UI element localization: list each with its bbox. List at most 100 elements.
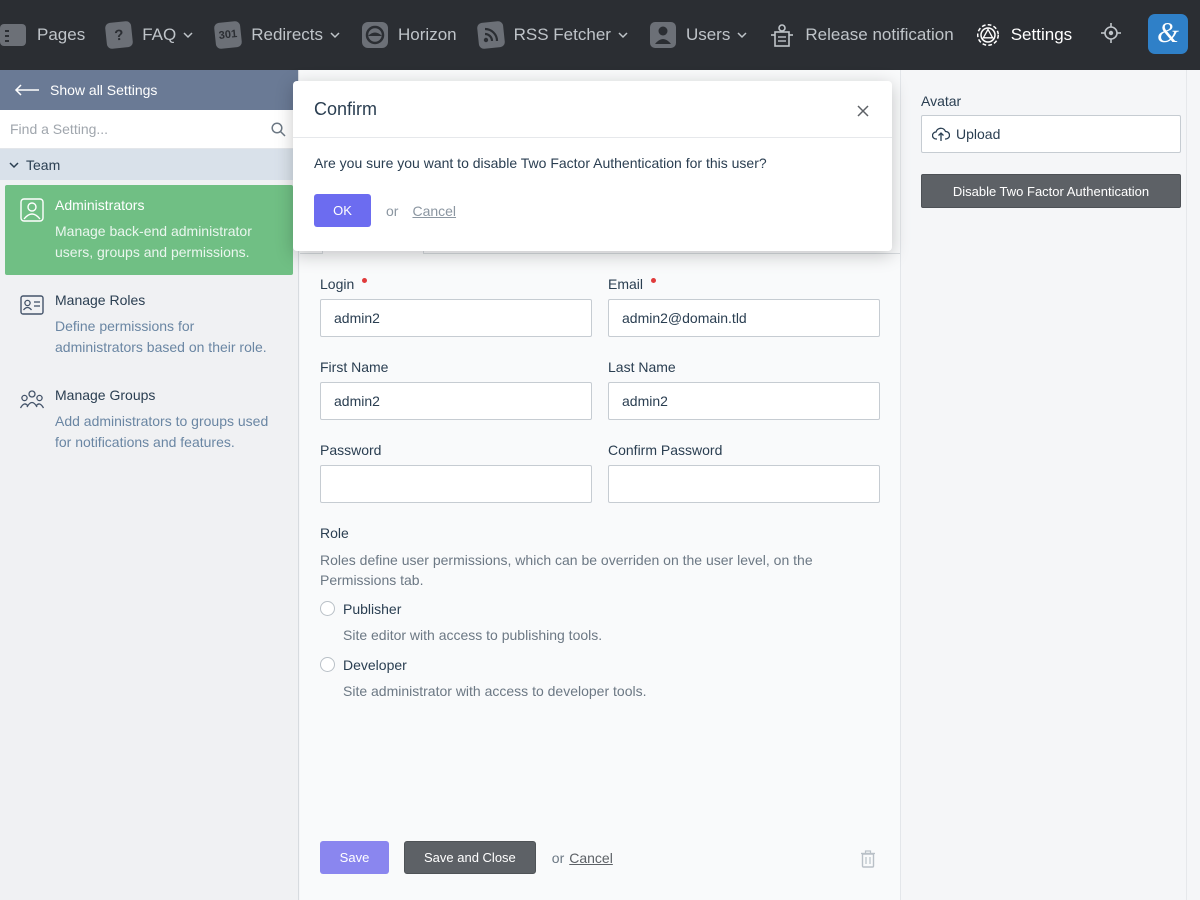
chevron-down-icon <box>736 29 748 41</box>
chevron-down-icon <box>617 29 629 41</box>
role-option-desc: Site administrator with access to develo… <box>343 683 647 699</box>
nav-item-pages[interactable]: Pages <box>0 0 95 70</box>
role-option-desc: Site editor with access to publishing to… <box>343 627 603 643</box>
sidebar-item-desc: Add administrators to groups used for no… <box>55 413 269 450</box>
nav-item-settings[interactable]: Settings <box>964 0 1082 70</box>
arrow-left-icon <box>14 84 39 96</box>
chevron-down-icon <box>9 161 19 168</box>
password-input[interactable] <box>320 465 592 503</box>
form-actions: Save Save and Close or Cancel <box>320 841 613 874</box>
required-indicator <box>651 278 657 283</box>
question-icon: ? <box>104 20 134 50</box>
email-label: Email <box>608 276 880 292</box>
nav-item-horizon[interactable]: Horizon <box>351 0 467 70</box>
nav-label: Horizon <box>398 25 457 44</box>
role-option-label: Developer <box>343 657 407 673</box>
role-option-text: Developer Site administrator with access… <box>343 657 646 699</box>
modal-message: Are you sure you want to disable Two Fac… <box>314 155 767 171</box>
nav-item-release-notification[interactable]: Release notification <box>758 0 963 70</box>
or-text: or <box>551 849 565 866</box>
nav-label: Pages <box>37 25 86 44</box>
nav-label: Release notification <box>805 25 954 44</box>
nav-label: Settings <box>1010 25 1073 44</box>
upload-avatar-button[interactable]: Upload <box>921 115 1181 153</box>
last-name-input[interactable]: admin2 <box>608 382 880 420</box>
last-name-label: Last Name <box>608 359 676 375</box>
page-scrollbar[interactable] <box>1186 70 1200 900</box>
login-field-group: Login admin2 <box>320 276 592 337</box>
right-panel: Avatar Upload Disable Two Factor Authent… <box>900 70 1200 900</box>
login-label: Login <box>320 276 592 292</box>
role-option-developer[interactable]: Developer Site administrator with access… <box>320 657 880 699</box>
password-field-group: Password <box>320 442 592 503</box>
login-label-text: Login <box>320 276 355 292</box>
redirect-301-icon: 301 <box>213 20 243 50</box>
avatar-label: Avatar <box>921 93 962 109</box>
email-label-text: Email <box>608 276 644 292</box>
confirm-modal: Confirm Are you sure you want to disable… <box>293 81 892 251</box>
modal-cancel-link[interactable]: Cancel <box>412 203 456 219</box>
upload-label: Upload <box>956 126 1001 142</box>
sidebar-item-manage-groups[interactable]: Manage Groups Add administrators to grou… <box>5 375 293 465</box>
redirect-badge: 301 <box>213 20 243 50</box>
confirm-password-field-group: Confirm Password <box>608 442 880 503</box>
publisher-radio[interactable] <box>320 601 335 616</box>
modal-header: Confirm <box>293 81 892 138</box>
login-input[interactable]: admin2 <box>320 299 592 337</box>
setting-search-input[interactable] <box>10 121 260 137</box>
administrator-icon <box>19 197 45 223</box>
sidebar-section-team[interactable]: Team <box>0 149 298 180</box>
nav-label: Redirects <box>251 25 324 44</box>
first-name-field-group: First Name admin2 <box>320 359 592 420</box>
chevron-down-icon <box>182 29 194 41</box>
sidebar-item-administrators[interactable]: Administrators Manage back-end administr… <box>5 185 293 275</box>
save-button[interactable]: Save <box>320 841 389 874</box>
sidebar-item-desc: Manage back-end administrator users, gro… <box>55 223 252 260</box>
settings-icon <box>974 21 1002 49</box>
pages-icon <box>0 21 28 49</box>
sidebar-item-manage-roles[interactable]: Manage Roles Define permissions for admi… <box>5 280 293 370</box>
role-option-publisher[interactable]: Publisher Site editor with access to pub… <box>320 601 880 643</box>
save-and-close-button[interactable]: Save and Close <box>404 841 536 874</box>
last-name-field-group: Last Name admin2 <box>608 359 880 420</box>
sidebar-item-title: Administrators <box>55 197 145 213</box>
modal-title: Confirm <box>314 98 378 119</box>
role-option-label: Publisher <box>343 601 402 617</box>
nav-item-rss-fetcher[interactable]: RSS Fetcher <box>467 0 639 70</box>
nav-item-users[interactable]: Users <box>639 0 758 70</box>
confirm-password-label: Confirm Password <box>608 442 723 458</box>
section-label: Team <box>26 156 61 173</box>
nav-label: FAQ <box>142 25 177 44</box>
nav-label: RSS Fetcher <box>513 25 611 44</box>
release-notification-icon <box>768 21 796 49</box>
close-icon[interactable] <box>856 102 870 117</box>
or-text: or <box>386 202 399 219</box>
trash-icon[interactable] <box>860 850 876 871</box>
email-input[interactable]: admin2@domain.tld <box>608 299 880 337</box>
cancel-link[interactable]: Cancel <box>569 850 613 866</box>
nav-item-redirects[interactable]: 301 Redirects <box>204 0 351 70</box>
disable-2fa-button[interactable]: Disable Two Factor Authentication <box>921 174 1181 208</box>
setting-search <box>0 110 298 149</box>
first-name-input[interactable]: admin2 <box>320 382 592 420</box>
search-icon[interactable] <box>271 122 286 140</box>
horizon-icon <box>361 21 389 49</box>
developer-radio[interactable] <box>320 657 335 672</box>
app-logo-icon[interactable]: & <box>1148 14 1188 54</box>
locate-button[interactable] <box>1082 0 1132 70</box>
ok-button[interactable]: OK <box>314 194 371 227</box>
faq-glyph: ? <box>104 20 134 50</box>
confirm-password-input[interactable] <box>608 465 880 503</box>
modal-actions: OK or Cancel <box>293 171 892 227</box>
role-help-text: Roles define user permissions, which can… <box>320 552 813 588</box>
role-section: Role Roles define user permissions, whic… <box>320 525 880 713</box>
groups-icon <box>19 387 45 413</box>
sidebar-item-title: Manage Groups <box>55 387 156 403</box>
roles-icon <box>19 292 45 318</box>
nav-item-faq[interactable]: ? FAQ <box>95 0 204 70</box>
sidebar-item-text: Manage Groups Add administrators to grou… <box>55 387 283 453</box>
sidebar-item-text: Administrators Manage back-end administr… <box>55 197 283 263</box>
top-navigation: Pages ? FAQ 301 Redirects Horizon RSS Fe… <box>0 0 1200 70</box>
show-all-settings-link[interactable]: Show all Settings <box>0 70 298 110</box>
first-name-label: First Name <box>320 359 389 375</box>
